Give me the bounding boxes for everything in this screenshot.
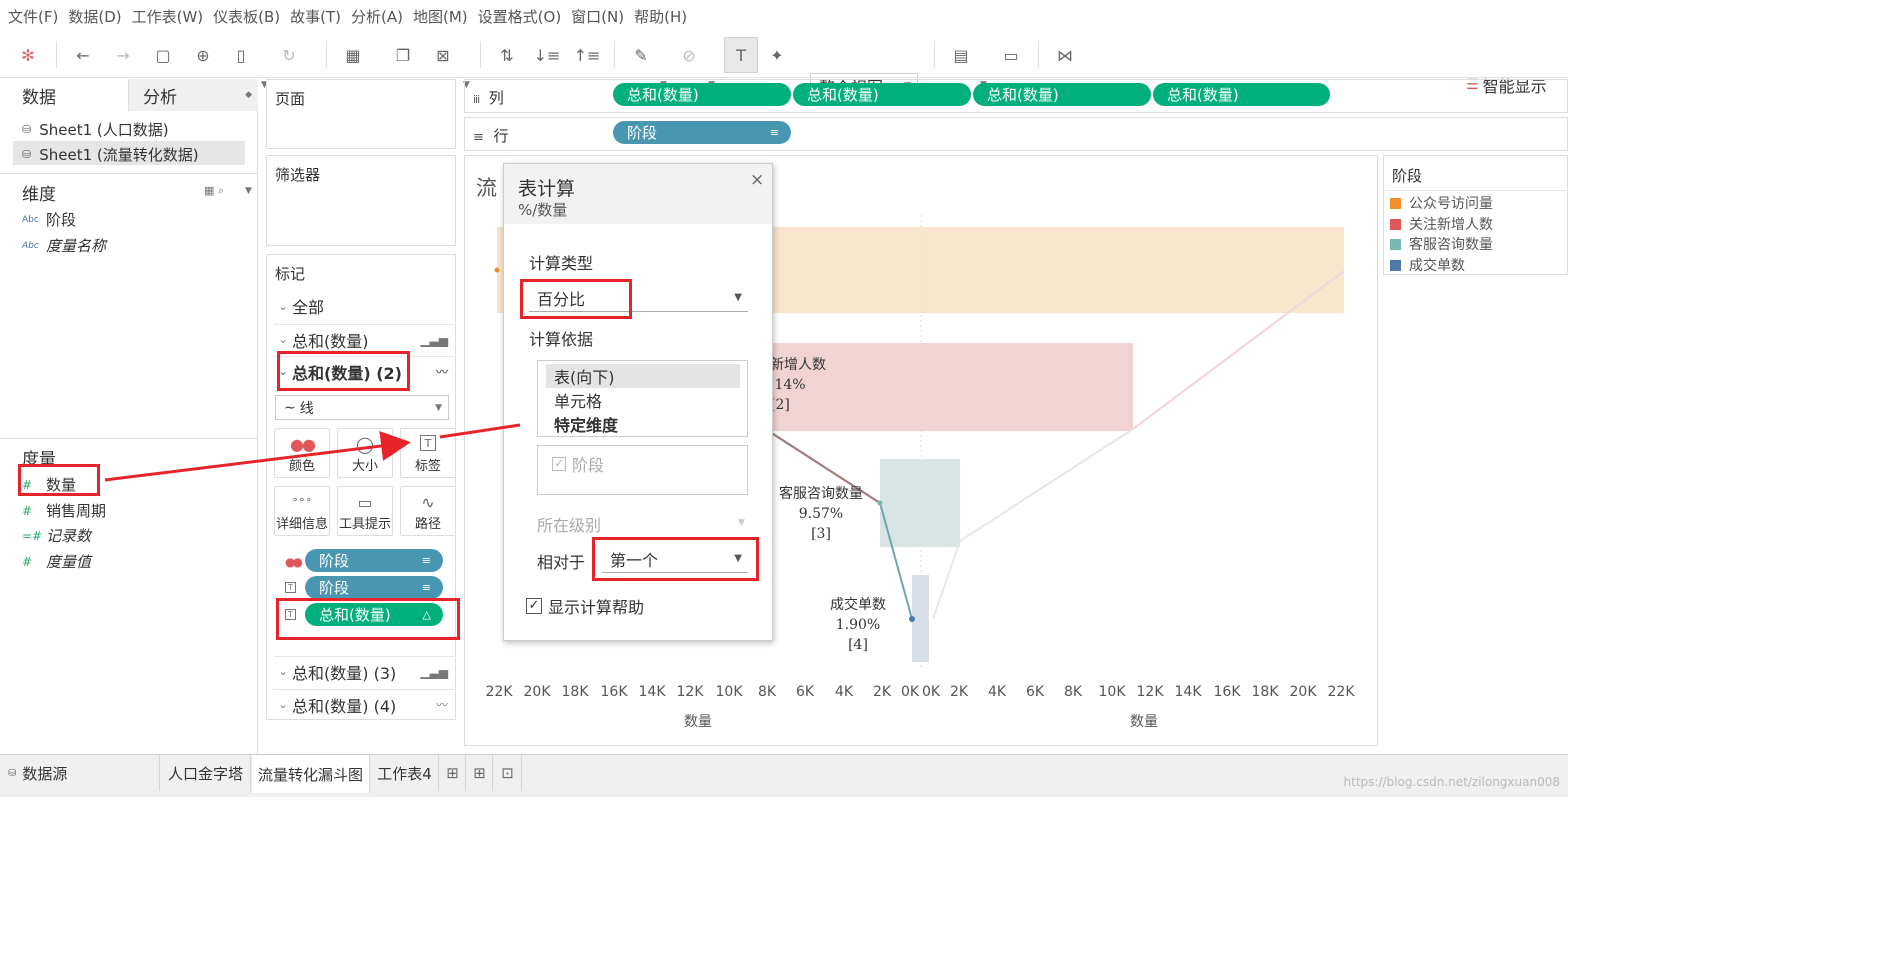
compute-option-cell[interactable]: 单元格 (546, 388, 740, 412)
legend-item[interactable]: 公众号访问量 (1390, 193, 1493, 213)
legend-swatch (1390, 218, 1401, 230)
compute-option-table-down[interactable]: 表(向下) (546, 364, 740, 388)
dialog-title: 表计算 (518, 178, 576, 200)
axis-tick: 16K (1213, 684, 1241, 700)
dimension-checkbox-stage[interactable]: ✓ 阶段 (552, 452, 604, 476)
close-icon[interactable]: × (750, 170, 764, 190)
compute-using-label: 计算依据 (529, 330, 594, 349)
dialog-subtitle: %/数量 (518, 201, 568, 219)
legend-title: 阶段 (1392, 167, 1423, 185)
x-axis-label-left: 数量 (684, 714, 712, 730)
funnel-bar-consult (880, 459, 960, 547)
axis-tick: 6K (795, 684, 815, 700)
point-visits (494, 267, 500, 273)
tab-worksheet4[interactable]: 工作表4 (371, 755, 439, 791)
axis-tick: 18K (1251, 684, 1279, 700)
tab-datasource[interactable]: ⛁ 数据源 (0, 755, 160, 791)
compute-option-specific[interactable]: 特定维度 (546, 412, 740, 436)
axis-tick: 22K (485, 684, 513, 700)
axis-tick: 10K (715, 684, 743, 700)
point-consult (877, 500, 883, 506)
axis-tick: 12K (1136, 684, 1164, 700)
axis-tick: 18K (561, 684, 589, 700)
new-worksheet-icon[interactable]: ⊞ (440, 755, 466, 791)
axis-tick: 20K (1289, 684, 1317, 700)
check-icon: ✓ (526, 598, 542, 614)
legend-item[interactable]: 关注新增人数 (1390, 214, 1493, 234)
axis-tick: 22K (1327, 684, 1355, 700)
tab-funnel[interactable]: 流量转化漏斗图 (252, 755, 370, 793)
new-story-icon[interactable]: ⊡ (494, 755, 522, 791)
legend-item[interactable]: 成交单数 (1390, 255, 1465, 275)
color-legend[interactable]: 阶段 公众号访问量 关注新增人数 客服咨询数量 成交单数 (1383, 155, 1568, 275)
legend-item[interactable]: 客服咨询数量 (1390, 234, 1493, 254)
funnel-label-follows: 新增人数 .14% [2] (770, 357, 826, 413)
axis-tick: 0K (900, 684, 920, 700)
axis-tick: 0K (921, 684, 941, 700)
level-label: 所在级别 (537, 516, 602, 535)
funnel-label-consult: 客服咨询数量 9.57% [3] (779, 486, 863, 542)
x-axis-label-right: 数量 (1130, 714, 1158, 730)
axis-tick: 12K (676, 684, 704, 700)
funnel-label-orders: 成交单数 1.90% [4] (830, 597, 886, 653)
axis-tick: 14K (1174, 684, 1202, 700)
axis-tick: 6K (1025, 684, 1045, 700)
legend-swatch (1390, 197, 1401, 209)
database-icon: ⛁ (8, 767, 17, 779)
axis-tick: 20K (523, 684, 551, 700)
chevron-down-icon: ▼ (738, 518, 745, 528)
table-calculation-dialog: 表计算 %/数量 × 计算类型 百分比 ▼ 计算依据 表(向下) 单元格 特定维… (503, 163, 773, 641)
legend-swatch (1390, 238, 1401, 250)
axis-tick: 2K (872, 684, 892, 700)
axis-tick: 16K (600, 684, 628, 700)
axis-tick: 10K (1098, 684, 1126, 700)
compute-using-list[interactable]: 表(向下) 单元格 特定维度 (537, 360, 748, 437)
highlight-box (592, 537, 759, 581)
chevron-down-icon: ▼ (734, 292, 742, 303)
point-orders (909, 616, 915, 622)
new-dashboard-icon[interactable]: ⊞ (467, 755, 493, 791)
axis-tick: 14K (638, 684, 666, 700)
check-icon: ✓ (552, 457, 566, 471)
axis-tick: 4K (987, 684, 1007, 700)
axis-tick: 2K (949, 684, 969, 700)
axis-tick: 8K (757, 684, 777, 700)
relative-to-label: 相对于 (537, 553, 586, 572)
highlight-box (520, 279, 632, 319)
sheet-tabs-bar: ⛁ 数据源 人口金字塔 流量转化漏斗图 工作表4 ⊞ ⊞ ⊡ https://b… (0, 754, 1568, 797)
show-help-checkbox[interactable]: ✓ 显示计算帮助 (526, 594, 644, 618)
tab-population-pyramid[interactable]: 人口金字塔 (161, 755, 251, 791)
legend-swatch (1390, 259, 1401, 271)
right-line (932, 270, 1345, 620)
watermark: https://blog.csdn.net/zilongxuan008 (1343, 775, 1560, 789)
axis-tick: 8K (1063, 684, 1083, 700)
axis-tick: 4K (834, 684, 854, 700)
dimension-list: ✓ 阶段 (537, 445, 748, 495)
calc-type-label: 计算类型 (529, 254, 594, 273)
